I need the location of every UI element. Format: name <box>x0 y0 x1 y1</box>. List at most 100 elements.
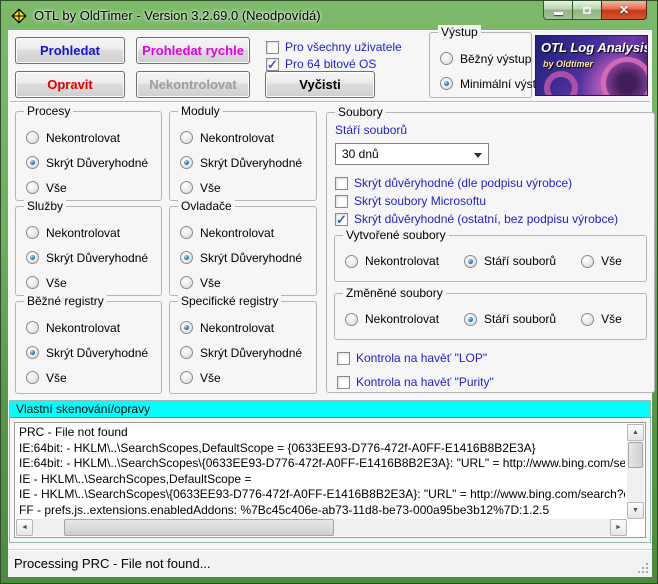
radio-option[interactable]: Vše <box>16 175 161 200</box>
clean-button[interactable]: Vyčisti <box>265 71 375 98</box>
resize-grip-icon[interactable] <box>636 561 648 573</box>
titlebar[interactable]: OTL by OldTimer - Version 3.2.69.0 (Neod… <box>1 1 657 30</box>
radio-icon[interactable] <box>440 77 453 90</box>
hide-unsigned-checkbox[interactable] <box>335 213 348 226</box>
radio-option[interactable]: Nekontrolovat <box>16 315 161 340</box>
radio-icon[interactable] <box>180 321 193 334</box>
radio-option[interactable]: Vše <box>170 270 316 295</box>
os64-label: Pro 64 bitové OS <box>285 57 376 71</box>
radio-icon[interactable] <box>26 131 39 144</box>
hide-signed-checkbox[interactable] <box>335 177 348 190</box>
radio-icon[interactable] <box>26 226 39 239</box>
radio-icon[interactable] <box>464 313 477 326</box>
horizontal-scrollbar[interactable]: ◄ ► <box>16 519 627 536</box>
radio-option[interactable]: Stáří souborů <box>464 253 556 269</box>
maximize-button[interactable] <box>573 1 601 20</box>
radio-option[interactable]: Skrýt Důveryhodné <box>170 150 316 175</box>
radio-option[interactable]: Vše <box>581 311 622 327</box>
radio-icon[interactable] <box>581 255 594 268</box>
radio-icon[interactable] <box>180 156 193 169</box>
radio-icon[interactable] <box>345 255 358 268</box>
radio-icon[interactable] <box>26 251 39 264</box>
scan-button[interactable]: Prohledat <box>15 37 125 64</box>
output-option-minimal[interactable]: Minimální výstup <box>430 71 531 96</box>
log-line: PRC - File not found <box>19 425 625 441</box>
radio-option[interactable]: Nekontrolovat <box>16 125 161 150</box>
section-divider <box>10 101 650 102</box>
radio-option[interactable]: Vše <box>16 270 161 295</box>
close-button[interactable]: ✕ <box>601 1 647 20</box>
radio-option[interactable]: Skrýt Důveryhodné <box>16 340 161 365</box>
radio-option[interactable]: Vše <box>170 365 316 390</box>
quick-scan-button[interactable]: Prohledat rychle <box>136 37 250 64</box>
all-users-checkbox[interactable] <box>266 41 279 54</box>
lop-checkbox-row[interactable]: Kontrola na havěť "LOP" <box>337 350 487 366</box>
radio-option[interactable]: Nekontrolovat <box>170 315 316 340</box>
log-text: PRC - File not found IE:64bit: - HKLM\..… <box>19 425 625 519</box>
os64-checkbox[interactable] <box>266 58 279 71</box>
radio-option[interactable]: Nekontrolovat <box>345 311 439 327</box>
hide-unsigned-checkbox-row[interactable]: Skrýt důvěryhodné (ostatní, bez podpisu … <box>335 211 618 227</box>
all-users-checkbox-row[interactable]: Pro všechny uživatele <box>266 39 402 55</box>
radio-icon[interactable] <box>440 52 453 65</box>
hide-signed-checkbox-row[interactable]: Skrýt důvěryhodné (dle podpisu výrobce) <box>335 175 572 191</box>
status-text: Processing PRC - File not found... <box>14 556 211 571</box>
scroll-up-icon[interactable]: ▲ <box>627 424 644 441</box>
option-label: Nekontrolovat <box>200 226 274 240</box>
output-option-normal[interactable]: Běžný výstup <box>430 46 531 71</box>
radio-icon[interactable] <box>581 313 594 326</box>
fix-button[interactable]: Opravit <box>15 71 125 98</box>
purity-checkbox[interactable] <box>337 376 350 389</box>
scroll-left-icon[interactable]: ◄ <box>16 519 33 536</box>
radio-icon[interactable] <box>26 321 39 334</box>
lop-checkbox[interactable] <box>337 352 350 365</box>
radio-option[interactable]: Skrýt Důveryhodné <box>170 245 316 270</box>
radio-icon[interactable] <box>180 346 193 359</box>
scroll-right-icon[interactable]: ► <box>610 519 627 536</box>
radio-option[interactable]: Skrýt Důveryhodné <box>170 340 316 365</box>
option-label: Stáří souborů <box>484 254 556 268</box>
radio-icon[interactable] <box>26 276 39 289</box>
radio-option[interactable]: Nekontrolovat <box>16 220 161 245</box>
scroll-down-icon[interactable]: ▼ <box>627 502 644 519</box>
file-age-dropdown[interactable]: 30 dnů <box>335 143 489 165</box>
radio-icon[interactable] <box>26 346 39 359</box>
lock-dial-graphic <box>601 57 648 96</box>
minimize-button[interactable] <box>543 1 573 20</box>
os64-checkbox-row[interactable]: Pro 64 bitové OS <box>266 56 376 72</box>
radio-option[interactable]: Nekontrolovat <box>345 253 439 269</box>
hide-microsoft-checkbox[interactable] <box>335 195 348 208</box>
group-bezne-registry: Běžné registry Nekontrolovat Skrýt Důver… <box>15 301 162 394</box>
radio-icon[interactable] <box>464 255 477 268</box>
purity-checkbox-row[interactable]: Kontrola na havěť "Purity" <box>337 374 494 390</box>
radio-icon[interactable] <box>180 276 193 289</box>
radio-option[interactable]: Nekontrolovat <box>170 220 316 245</box>
radio-icon[interactable] <box>180 181 193 194</box>
radio-option[interactable]: Skrýt Důveryhodné <box>16 245 161 270</box>
vertical-scroll-thumb[interactable] <box>628 442 643 468</box>
vertical-scrollbar[interactable]: ▲ ▼ <box>627 424 644 519</box>
radio-option[interactable]: Vše <box>581 253 622 269</box>
radio-icon[interactable] <box>26 181 39 194</box>
option-label: Nekontrolovat <box>46 321 120 335</box>
radio-option[interactable]: Vše <box>16 365 161 390</box>
hide-microsoft-checkbox-row[interactable]: Skrýt soubory Microsoftu <box>335 193 486 209</box>
radio-icon[interactable] <box>180 131 193 144</box>
radio-icon[interactable] <box>26 371 39 384</box>
option-label: Vše <box>46 181 67 195</box>
radio-icon[interactable] <box>345 313 358 326</box>
group-soubory: Soubory Stáří souborů 30 dnů Skrýt důvěr… <box>326 112 655 393</box>
radio-option[interactable]: Stáří souborů <box>464 311 556 327</box>
option-label: Nekontrolovat <box>200 131 274 145</box>
radio-icon[interactable] <box>180 371 193 384</box>
radio-icon[interactable] <box>180 226 193 239</box>
group-label: Služby <box>24 199 66 213</box>
radio-icon[interactable] <box>26 156 39 169</box>
radio-option[interactable]: Nekontrolovat <box>170 125 316 150</box>
group-label: Moduly <box>178 104 223 118</box>
custom-scan-textarea[interactable]: PRC - File not found IE:64bit: - HKLM\..… <box>14 422 646 538</box>
radio-icon[interactable] <box>180 251 193 264</box>
horizontal-scroll-thumb[interactable] <box>64 519 334 536</box>
radio-option[interactable]: Skrýt Důveryhodné <box>16 150 161 175</box>
radio-option[interactable]: Vše <box>170 175 316 200</box>
